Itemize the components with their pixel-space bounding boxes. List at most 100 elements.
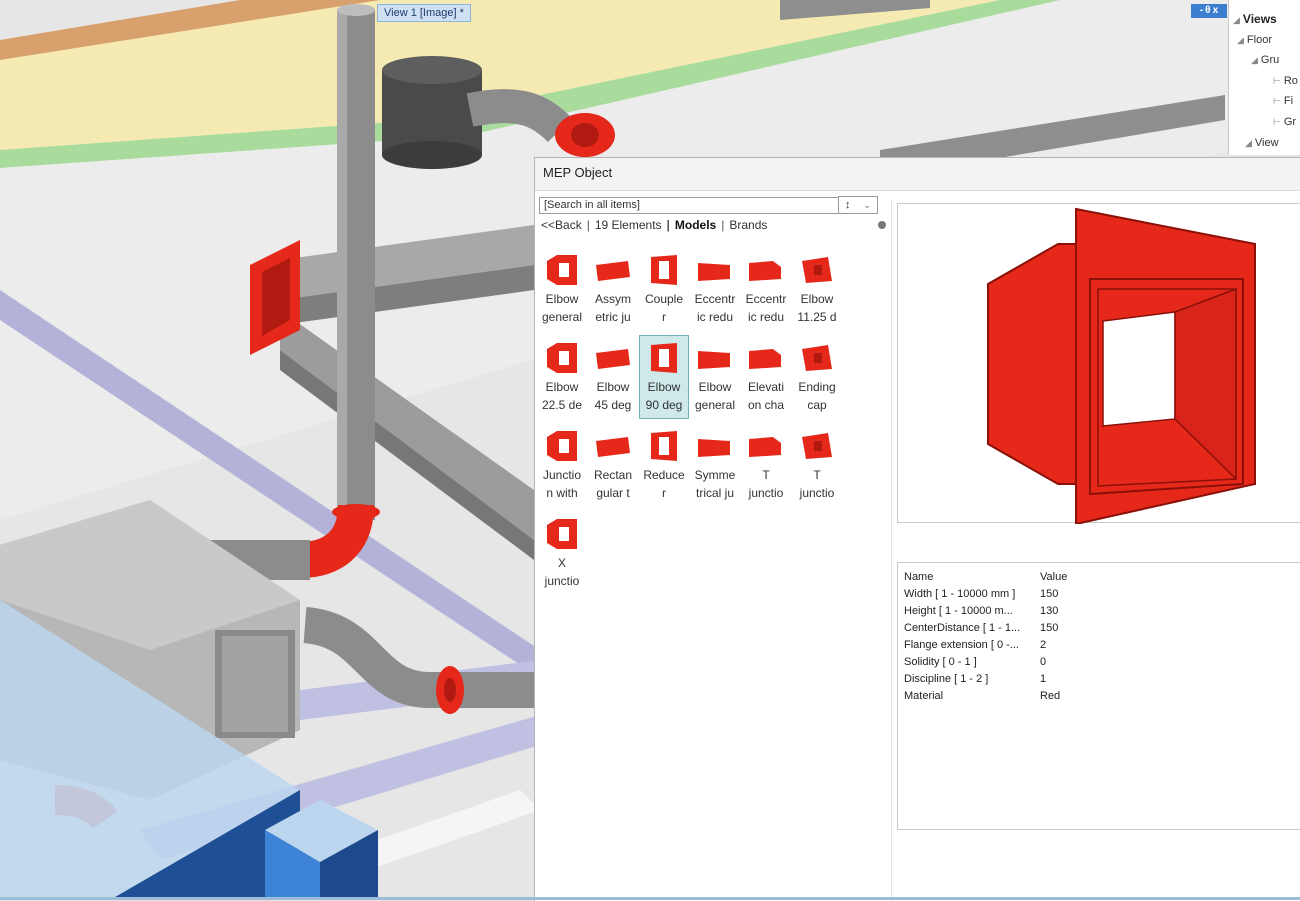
- model-item[interactable]: Xjunctio: [537, 511, 587, 597]
- model-item[interactable]: Symme trical ju: [690, 423, 740, 509]
- model-item[interactable]: Eccentr ic redu: [690, 247, 740, 333]
- model-item[interactable]: Eccentr ic redu: [741, 247, 791, 333]
- model-item-label: Rectan gular t: [588, 466, 638, 502]
- model-item-label-line1: Ending: [798, 380, 836, 394]
- model-item[interactable]: Elbow general: [537, 247, 587, 333]
- expand-icon[interactable]: ◢: [1233, 15, 1240, 25]
- model-item[interactable]: Junctio n with: [537, 423, 587, 509]
- property-name: Material: [904, 690, 944, 702]
- gear-icon[interactable]: [878, 221, 886, 229]
- fitting-icon: [749, 261, 781, 281]
- model-item-label-line2: ic redu: [696, 310, 734, 324]
- model-item-label-line2: 45 deg: [594, 398, 632, 412]
- expand-icon[interactable]: ◢: [1245, 138, 1252, 148]
- property-name: CenterDistance [ 1 - 1...: [904, 622, 1021, 634]
- model-item-label-line2: cap: [807, 398, 827, 412]
- views-tree-panel: ◢ Views ◢ Floor ◢ Gru ⊢ Ro ⊢ Fi ⊢ Gr ◢ View: [1228, 0, 1300, 155]
- tree-item-2[interactable]: ⊢ Fi: [1273, 95, 1293, 107]
- model-item[interactable]: Rectan gular t: [588, 423, 638, 509]
- model-item-label-line1: Elevati: [747, 380, 785, 394]
- model-item-label-line1: Eccentr: [694, 292, 736, 306]
- fitting-icon: [596, 261, 630, 281]
- fitting-icon: [698, 439, 730, 457]
- fitting-icon: [698, 351, 730, 369]
- model-item-label: Assym etric ju: [588, 290, 638, 326]
- property-value[interactable]: 130: [1040, 605, 1058, 617]
- window-controls[interactable]: - θ x: [1191, 4, 1227, 18]
- property-value[interactable]: 0: [1040, 656, 1046, 668]
- model-item-label: Elbow 22.5 de: [537, 378, 587, 414]
- chevron-down-icon[interactable]: ⌄: [864, 200, 872, 210]
- expand-icon[interactable]: ◢: [1237, 35, 1244, 45]
- tree-connector-icon: ⊢: [1273, 117, 1281, 127]
- model-item-label-line2: junctio: [799, 486, 835, 500]
- model-item[interactable]: Tjunctio: [792, 423, 842, 509]
- view-tab[interactable]: View 1 [Image] *: [377, 4, 471, 22]
- model-item-label-line1: Elbow: [596, 380, 630, 394]
- fitting-icon: [698, 263, 730, 281]
- model-item[interactable]: Reduce r: [639, 423, 689, 509]
- model-item-label-line2: r: [662, 310, 666, 324]
- model-item-label: Elbow general: [690, 378, 740, 414]
- model-item-label: Symme trical ju: [690, 466, 740, 502]
- tree-item-group[interactable]: ◢ Gru: [1251, 54, 1279, 66]
- model-item[interactable]: Elbow 45 deg: [588, 335, 638, 421]
- elements-link[interactable]: 19 Elements: [595, 218, 662, 232]
- tree-item-view[interactable]: ◢ View: [1245, 137, 1279, 149]
- model-item[interactable]: Couple r: [639, 247, 689, 333]
- search-input[interactable]: [Search in all items]: [539, 197, 863, 214]
- fitting-icon: [651, 343, 677, 373]
- property-value[interactable]: 150: [1040, 622, 1058, 634]
- model-item-label: Eccentr ic redu: [741, 290, 791, 326]
- property-value[interactable]: 2: [1040, 639, 1046, 651]
- properties-table: Name Value Width [ 1 - 10000 mm ] 150 Heig…: [897, 562, 1300, 830]
- model-item-label-line2: 90 deg: [645, 398, 683, 412]
- model-item[interactable]: Elbow general: [690, 335, 740, 421]
- fitting-icon: [651, 431, 677, 461]
- model-item-label-line1: Elbow: [800, 292, 834, 306]
- property-name: Width [ 1 - 10000 mm ]: [904, 588, 1016, 600]
- model-item-label: Eccentr ic redu: [690, 290, 740, 326]
- dialog-title: MEP Object: [543, 165, 613, 180]
- model-item-label: Elbow 90 deg: [639, 378, 689, 414]
- sort-icon: ↕: [844, 199, 851, 211]
- fitting-icon: [749, 349, 781, 369]
- dialog-titlebar[interactable]: MEP Object: [535, 158, 1300, 191]
- tree-item-3[interactable]: ⊢ Gr: [1273, 116, 1296, 128]
- models-link[interactable]: Models: [675, 218, 716, 232]
- model-item[interactable]: Elbow 90 deg: [639, 335, 689, 421]
- model-preview: [897, 203, 1300, 526]
- model-item-label-line1: Reduce: [643, 468, 685, 482]
- model-item[interactable]: Elbow 11.25 d: [792, 247, 842, 333]
- property-value[interactable]: Red: [1040, 690, 1060, 702]
- nav-separator: |: [666, 218, 670, 232]
- back-link[interactable]: <<Back: [541, 218, 582, 232]
- model-item-label-line1: Symme: [694, 468, 736, 482]
- model-item[interactable]: Tjunctio: [741, 423, 791, 509]
- property-value[interactable]: 150: [1040, 588, 1058, 600]
- tree-root[interactable]: ◢ Views: [1233, 12, 1277, 26]
- model-item[interactable]: Elbow 22.5 de: [537, 335, 587, 421]
- fitting-icon: [547, 519, 577, 549]
- model-item[interactable]: Elevati on cha: [741, 335, 791, 421]
- property-value[interactable]: 1: [1040, 673, 1046, 685]
- model-item-label-line1: X: [557, 556, 566, 570]
- expand-icon[interactable]: ◢: [1251, 55, 1258, 65]
- fitting-icon: [802, 257, 832, 283]
- sort-button[interactable]: ↕ ⌄: [838, 196, 878, 214]
- brands-link[interactable]: Brands: [729, 218, 767, 232]
- fitting-icon: [802, 345, 832, 371]
- props-header-value: Value: [1040, 571, 1068, 583]
- model-item-label: Ending cap: [792, 378, 842, 414]
- tree-item-floor[interactable]: ◢ Floor: [1237, 34, 1272, 46]
- model-item[interactable]: Assym etric ju: [588, 247, 638, 333]
- model-item-label-line2: junctio: [544, 574, 580, 588]
- model-item[interactable]: Ending cap: [792, 335, 842, 421]
- tree-item-1[interactable]: ⊢ Ro: [1273, 75, 1298, 87]
- model-item-label: Junctio n with: [537, 466, 587, 502]
- model-item-label-line1: T: [762, 468, 770, 482]
- fitting-icon: [547, 431, 577, 461]
- model-item-label: Tjunctio: [792, 466, 842, 502]
- model-item-label-line2: r: [662, 486, 666, 500]
- model-item-label-line2: gular t: [596, 486, 630, 500]
